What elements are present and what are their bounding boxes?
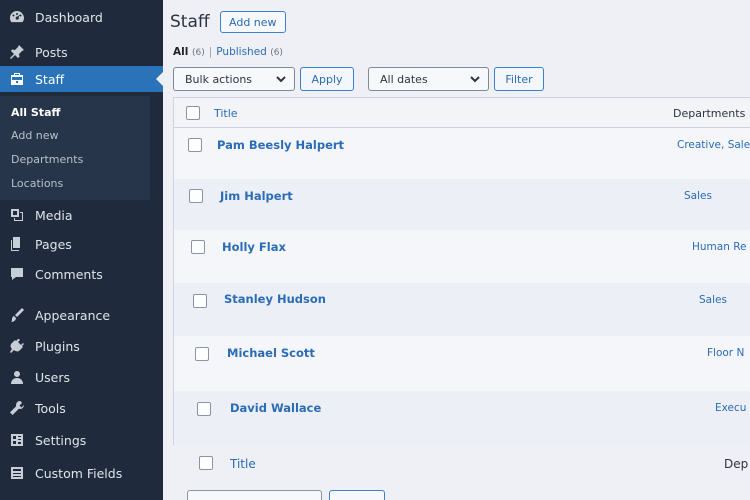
- column-title-header[interactable]: Title: [214, 107, 238, 120]
- menu-pages-label: Pages: [35, 236, 72, 252]
- table-row: Pam Beesly Halpert Creative, Sales: [174, 129, 750, 179]
- menu-users[interactable]: Users: [0, 364, 163, 390]
- staff-department-link[interactable]: Execu: [715, 402, 746, 414]
- menu-media[interactable]: Media: [0, 202, 163, 228]
- bottom-bulk-actions-select[interactable]: [187, 490, 322, 500]
- staff-department-link[interactable]: Floor N: [707, 347, 744, 359]
- staff-department-link[interactable]: Human Re: [692, 241, 747, 253]
- bulk-actions-value: Bulk actions: [185, 72, 253, 86]
- pin-icon: [8, 44, 26, 60]
- bulk-actions-select[interactable]: Bulk actions: [173, 67, 295, 91]
- menu-appearance-label: Appearance: [35, 307, 111, 323]
- staff-submenu: All Staff Add new Departments Locations: [0, 96, 150, 200]
- menu-staff[interactable]: Staff: [0, 66, 164, 92]
- view-all-label: All: [173, 46, 189, 58]
- media-icon: [8, 207, 26, 223]
- table-footer: Title Dep: [185, 446, 750, 480]
- submenu-all-staff[interactable]: All Staff: [11, 106, 60, 119]
- menu-comments-label: Comments: [35, 266, 103, 282]
- select-all-footer-checkbox[interactable]: [199, 456, 213, 470]
- submenu-locations[interactable]: Locations: [11, 177, 63, 190]
- staff-department-link[interactable]: Sales: [699, 294, 727, 306]
- menu-tools-label: Tools: [35, 400, 66, 416]
- menu-appearance[interactable]: Appearance: [0, 302, 163, 328]
- row-checkbox[interactable]: [188, 138, 202, 152]
- staff-table: Title Departments Pam Beesly Halpert Cre…: [173, 97, 750, 445]
- admin-sidebar: Dashboard Posts Staff All Staff Add new …: [0, 0, 164, 500]
- menu-plugins[interactable]: Plugins: [0, 333, 163, 359]
- chevron-down-icon: [469, 73, 481, 85]
- select-all-checkbox[interactable]: [186, 106, 200, 120]
- view-published-count: (6): [270, 48, 283, 58]
- menu-settings-label: Settings: [35, 432, 87, 448]
- menu-dashboard-label: Dashboard: [35, 9, 103, 25]
- staff-department-link[interactable]: Creative, Sales: [677, 139, 750, 151]
- menu-tools[interactable]: Tools: [0, 395, 163, 421]
- row-checkbox[interactable]: [195, 347, 209, 361]
- menu-staff-label: Staff: [35, 71, 65, 87]
- table-row: Jim Halpert Sales: [174, 179, 750, 230]
- comments-icon: [8, 266, 26, 282]
- staff-name-link[interactable]: Pam Beesly Halpert: [217, 138, 344, 152]
- table-row: Stanley Hudson Sales: [174, 283, 750, 336]
- row-checkbox[interactable]: [197, 402, 211, 416]
- menu-dashboard[interactable]: Dashboard: [0, 4, 163, 30]
- apply-button[interactable]: Apply: [300, 67, 354, 91]
- settings-icon: [8, 432, 26, 448]
- row-checkbox[interactable]: [191, 240, 205, 254]
- appearance-icon: [8, 307, 26, 323]
- menu-custom-fields[interactable]: Custom Fields: [0, 460, 163, 486]
- add-new-button[interactable]: Add new: [220, 11, 286, 33]
- view-all[interactable]: All (6): [173, 46, 205, 58]
- menu-posts[interactable]: Posts: [0, 39, 163, 65]
- dates-value: All dates: [380, 72, 428, 86]
- table-row: Michael Scott Floor N: [174, 336, 750, 391]
- table-row: Holly Flax Human Re: [174, 230, 750, 283]
- staff-name-link[interactable]: Holly Flax: [222, 240, 286, 254]
- menu-plugins-label: Plugins: [35, 338, 80, 354]
- menu-users-label: Users: [35, 369, 71, 385]
- dates-select[interactable]: All dates: [368, 67, 489, 91]
- submenu-add-new[interactable]: Add new: [11, 129, 59, 142]
- menu-posts-label: Posts: [35, 44, 68, 60]
- bottom-apply-button[interactable]: [329, 490, 385, 500]
- column-departments-footer: Dep: [724, 457, 749, 471]
- plugins-icon: [8, 338, 26, 354]
- row-checkbox[interactable]: [193, 294, 207, 308]
- table-header: Title Departments: [174, 98, 750, 128]
- menu-pages[interactable]: Pages: [0, 231, 163, 257]
- pages-icon: [8, 236, 26, 252]
- column-departments-header: Departments: [673, 107, 746, 120]
- view-published[interactable]: Published (6): [216, 46, 283, 58]
- dashboard-icon: [8, 9, 26, 25]
- submenu-departments[interactable]: Departments: [11, 153, 83, 166]
- menu-media-label: Media: [35, 207, 73, 223]
- filter-button[interactable]: Filter: [494, 67, 544, 91]
- staff-name-link[interactable]: David Wallace: [230, 401, 321, 415]
- menu-settings[interactable]: Settings: [0, 427, 163, 453]
- menu-comments[interactable]: Comments: [0, 261, 163, 287]
- staff-icon: [8, 71, 26, 87]
- view-all-count: (6): [191, 48, 205, 58]
- staff-name-link[interactable]: Jim Halpert: [220, 189, 293, 203]
- status-views: All (6) | Published (6): [173, 46, 283, 58]
- custom-fields-icon: [8, 465, 26, 481]
- menu-custom-fields-label: Custom Fields: [35, 465, 123, 481]
- tools-icon: [8, 400, 26, 416]
- table-row: David Wallace Execu: [174, 391, 750, 445]
- chevron-down-icon: [275, 73, 287, 85]
- column-title-footer[interactable]: Title: [230, 457, 256, 471]
- page-title: Staff: [170, 12, 210, 32]
- view-separator: |: [208, 46, 213, 58]
- view-published-label: Published: [216, 46, 267, 58]
- staff-name-link[interactable]: Stanley Hudson: [224, 292, 326, 306]
- users-icon: [8, 369, 26, 385]
- row-checkbox[interactable]: [189, 189, 203, 203]
- staff-department-link[interactable]: Sales: [684, 190, 712, 202]
- staff-name-link[interactable]: Michael Scott: [227, 346, 315, 360]
